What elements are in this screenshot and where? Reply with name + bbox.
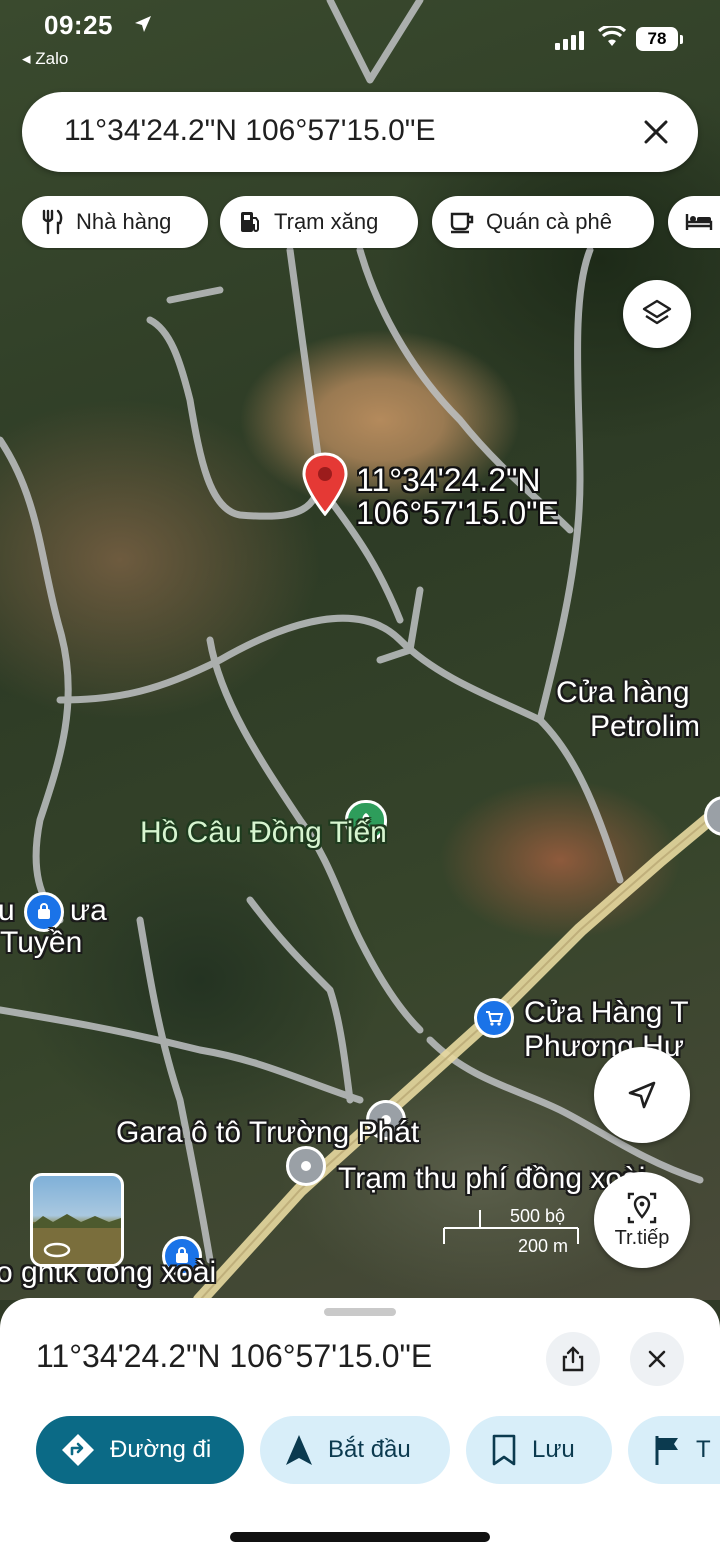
flag-icon — [655, 1436, 678, 1465]
share-button[interactable] — [546, 1332, 600, 1386]
pin-lng: 106°57'15.0"E — [356, 495, 559, 531]
map-label-left-poi-b[interactable]: ưa — [70, 894, 107, 928]
place-bottom-sheet: 11°34'24.2"N 106°57'15.0"E Đường đi Bắt … — [0, 1298, 720, 1558]
navigation-arrow-icon — [286, 1435, 312, 1465]
action-buttons-row: Đường đi Bắt đầu Lưu T — [0, 1416, 720, 1486]
share-icon — [562, 1346, 584, 1372]
location-pin-icon[interactable] — [302, 452, 348, 516]
map-label-petrolimex-line2[interactable]: Petrolim — [590, 710, 700, 744]
pin-lat: 11°34'24.2"N — [356, 462, 541, 498]
poi-toll-icon[interactable] — [286, 1146, 326, 1186]
category-chips: Nhà hàng Trạm xăng Quán cà phê — [22, 196, 720, 250]
next-explore-label: Tr.tiếp — [614, 1226, 670, 1249]
search-bar[interactable]: 11°34'24.2"N 106°57'15.0"E — [22, 92, 698, 172]
map-label-ho-cau[interactable]: Hồ Câu Đồng Tiến — [140, 816, 387, 850]
start-label: Bắt đầu — [328, 1436, 411, 1463]
next-explore-button[interactable]: Tr.tiếp — [594, 1172, 690, 1268]
layers-icon — [642, 299, 672, 325]
scale-top-label: 500 bộ — [510, 1206, 566, 1226]
restaurant-icon — [42, 209, 63, 235]
status-time: 09:25 — [44, 10, 113, 40]
place-title: 11°34'24.2"N 106°57'15.0"E — [36, 1338, 433, 1374]
hotel-icon — [685, 214, 713, 230]
chip-gas-station-label: Trạm xăng — [274, 209, 379, 234]
battery-cap — [680, 35, 683, 44]
close-icon — [648, 1350, 666, 1368]
directions-button[interactable]: Đường đi — [36, 1416, 244, 1484]
navigation-arrow-icon — [628, 1081, 656, 1109]
coffee-icon — [450, 212, 474, 234]
home-indicator[interactable] — [230, 1532, 490, 1542]
status-bar: 09:25 ◂ Zalo 78 — [0, 0, 720, 80]
map-layers-button[interactable] — [623, 280, 691, 348]
more-action-label: T — [696, 1436, 711, 1463]
back-to-app-link[interactable]: ◂ Zalo — [22, 49, 68, 69]
shopping-cart-icon[interactable] — [474, 998, 514, 1038]
map-label-petrolimex-line1[interactable]: Cửa hàng — [556, 676, 690, 710]
map-label-cua-hang-t-line1[interactable]: Cửa Hàng T — [524, 996, 689, 1030]
map-label-tuyen[interactable]: Tuyền — [0, 926, 82, 960]
start-button[interactable]: Bắt đầu — [260, 1416, 450, 1484]
close-icon[interactable] — [638, 114, 674, 150]
directions-label: Đường đi — [110, 1436, 212, 1463]
chip-restaurant-label: Nhà hàng — [76, 209, 172, 234]
chip-hotel[interactable] — [668, 196, 720, 248]
my-location-button[interactable] — [594, 1047, 690, 1143]
battery-indicator: 78 — [636, 27, 678, 51]
sheet-drag-handle[interactable] — [324, 1308, 396, 1316]
map-scale: 500 bộ 200 m — [440, 1200, 580, 1260]
street-view-thumbnail[interactable] — [30, 1173, 124, 1267]
pin-coordinates-label: 11°34'24.2"N 106°57'15.0"E — [356, 464, 559, 530]
chip-gas-station[interactable]: Trạm xăng — [220, 196, 418, 248]
scale-bottom-label: 200 m — [518, 1236, 569, 1256]
location-arrow-icon — [135, 16, 151, 32]
close-sheet-button[interactable] — [630, 1332, 684, 1386]
save-button[interactable]: Lưu — [466, 1416, 612, 1484]
wifi-icon — [598, 26, 626, 46]
gas-station-icon — [241, 212, 259, 232]
cellular-signal-icon — [555, 31, 584, 50]
back-app-label: Zalo — [35, 49, 69, 68]
chip-coffee[interactable]: Quán cà phê — [432, 196, 654, 248]
chip-restaurant[interactable]: Nhà hàng — [22, 196, 208, 248]
chip-coffee-label: Quán cà phê — [486, 209, 612, 234]
search-input[interactable]: 11°34'24.2"N 106°57'15.0"E — [64, 114, 435, 148]
map-label-tram-thu-phi[interactable]: Trạm thu phí đồng xoài — [338, 1162, 645, 1196]
map-label-gara[interactable]: Gara ô tô Trường Phát — [116, 1116, 419, 1150]
directions-icon — [62, 1434, 94, 1466]
save-label: Lưu — [532, 1436, 575, 1463]
more-action-button[interactable]: T — [628, 1416, 720, 1484]
location-scan-icon — [627, 1192, 657, 1223]
bookmark-icon — [492, 1434, 516, 1466]
map-label-left-poi-a[interactable]: u — [0, 894, 15, 928]
